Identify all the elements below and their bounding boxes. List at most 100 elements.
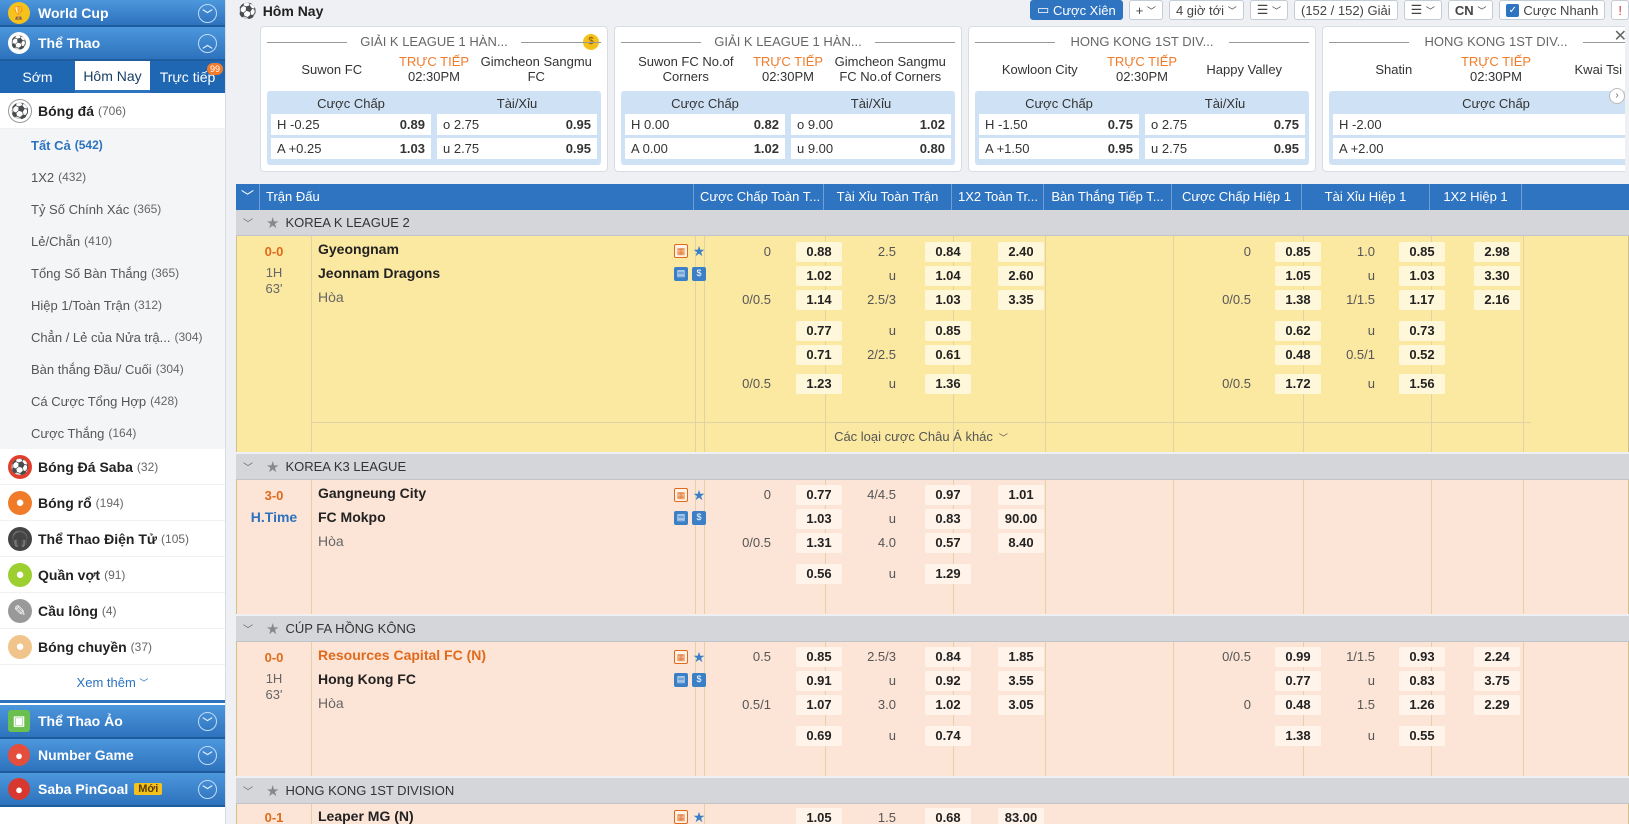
- odds-value[interactable]: 1.03: [796, 509, 842, 529]
- home-team[interactable]: Gangneung City: [318, 485, 426, 501]
- odds-value[interactable]: 0.52: [1399, 345, 1445, 365]
- favorite-star-icon[interactable]: ★: [692, 244, 706, 258]
- league-header[interactable]: ﹀ ★ KOREA K LEAGUE 2: [236, 210, 1629, 236]
- star-icon[interactable]: ★: [266, 620, 279, 638]
- sidebar-virtual-sports[interactable]: ▣ Thể Thao Ảo ﹀: [0, 705, 225, 739]
- close-icon[interactable]: ✕: [1614, 26, 1627, 46]
- odds-value[interactable]: 0.84: [925, 242, 971, 262]
- odds-row[interactable]: A +1.50 0.95: [979, 138, 1139, 159]
- live-match-card[interactable]: GIẢI K LEAGUE 1 HÀN... Suwon FC No.of Cor…: [614, 26, 962, 172]
- home-team[interactable]: Gyeongnam: [318, 241, 399, 257]
- market-item[interactable]: Bàn thắng Đầu/ Cuối (304): [0, 353, 225, 385]
- odds-value[interactable]: 0.48: [1275, 345, 1321, 365]
- league-header[interactable]: ﹀ ★ KOREA K3 LEAGUE: [236, 454, 1629, 480]
- star-icon[interactable]: ★: [266, 782, 279, 800]
- stats-icon[interactable]: ▦: [674, 244, 688, 258]
- odds-value[interactable]: 1.29: [925, 564, 971, 584]
- league-header[interactable]: ﹀ ★ HONG KONG 1ST DIVISION: [236, 778, 1629, 804]
- odds-row[interactable]: u 2.75 0.95: [437, 138, 597, 159]
- odds-value[interactable]: 0.61: [925, 345, 971, 365]
- live-match-card[interactable]: HONG KONG 1ST DIV... Kowloon City TRỰC TIẾ…: [968, 26, 1316, 172]
- odds-value[interactable]: 1.72: [1275, 374, 1321, 394]
- odds-value[interactable]: 3.35: [998, 290, 1044, 310]
- odds-value[interactable]: 2.24: [1474, 647, 1520, 667]
- odds-value[interactable]: 1.38: [1275, 290, 1321, 310]
- odds-value[interactable]: 1.23: [796, 374, 842, 394]
- chevron-down-icon[interactable]: ﹀: [198, 4, 217, 23]
- sidebar-saba-pingoal[interactable]: ● Saba PinGoal Mới ﹀: [0, 773, 225, 807]
- chevron-up-icon[interactable]: ︿: [198, 34, 217, 53]
- tab-early[interactable]: Sớm: [0, 61, 75, 93]
- checkbox-checked-icon[interactable]: ✓: [1506, 3, 1520, 17]
- sport-football[interactable]: ⚽ Bóng đá (706): [0, 93, 225, 129]
- odds-value[interactable]: 0.69: [796, 726, 842, 746]
- odds-value[interactable]: 0.85: [1399, 242, 1445, 262]
- odds-value[interactable]: 83.00: [998, 808, 1044, 824]
- odds-value[interactable]: 0.85: [796, 647, 842, 667]
- live-match-card[interactable]: GIẢI K LEAGUE 1 HÀN... $ Suwon FC TRỰC TIẾP…: [260, 26, 608, 172]
- live-stream-icon[interactable]: ▤: [674, 267, 688, 281]
- odds-value[interactable]: 0.62: [1275, 321, 1321, 341]
- live-stream-icon[interactable]: ▤: [674, 511, 688, 525]
- odds-value[interactable]: 1.01: [998, 485, 1044, 505]
- odds-value[interactable]: 0.85: [1275, 242, 1321, 262]
- sort-select[interactable]: ☰ ﹀: [1249, 0, 1288, 20]
- away-team[interactable]: FC Mokpo: [318, 509, 386, 525]
- cashout-icon[interactable]: $: [692, 511, 706, 525]
- market-item[interactable]: Cá Cược Tổng Hợp (428): [0, 385, 225, 417]
- star-icon[interactable]: ★: [266, 458, 279, 476]
- odds-value[interactable]: 1.38: [1275, 726, 1321, 746]
- stats-icon[interactable]: ▦: [674, 650, 688, 664]
- odds-value[interactable]: 3.30: [1474, 266, 1520, 286]
- odds-format-select[interactable]: CN ﹀: [1447, 0, 1494, 20]
- away-team[interactable]: Hong Kong FC: [318, 671, 416, 687]
- market-item[interactable]: Tỷ Số Chính Xác (365): [0, 193, 225, 225]
- alert-button[interactable]: !: [1611, 0, 1629, 20]
- cashout-icon[interactable]: $: [692, 673, 706, 687]
- odds-value[interactable]: 0.77: [796, 321, 842, 341]
- odds-value[interactable]: 3.75: [1474, 671, 1520, 691]
- chevron-down-icon[interactable]: ﹀: [198, 746, 217, 765]
- market-item[interactable]: Cược Thắng (164): [0, 417, 225, 449]
- home-team[interactable]: Leaper MG (N): [318, 808, 414, 824]
- odds-row[interactable]: H -1.50 0.75: [979, 114, 1139, 135]
- more-asian-markets-button[interactable]: Các loại cược Châu Á khác ﹀: [311, 422, 1531, 450]
- odds-value[interactable]: 0.68: [925, 808, 971, 824]
- home-team[interactable]: Resources Capital FC (N): [318, 647, 486, 663]
- odds-value[interactable]: 1.05: [1275, 266, 1321, 286]
- league-header[interactable]: ﹀ ★ CÚP FA HỒNG KÔNG: [236, 616, 1629, 642]
- odds-value[interactable]: 3.55: [998, 671, 1044, 691]
- odds-value[interactable]: 1.03: [1399, 266, 1445, 286]
- odds-row[interactable]: o 9.00 1.02: [791, 114, 951, 135]
- odds-value[interactable]: 0.55: [1399, 726, 1445, 746]
- odds-value[interactable]: 8.40: [998, 533, 1044, 553]
- odds-value[interactable]: 1.05: [796, 808, 842, 824]
- odds-value[interactable]: 1.17: [1399, 290, 1445, 310]
- odds-value[interactable]: 2.16: [1474, 290, 1520, 310]
- sport-item[interactable]: ✎ Cầu lông (4): [0, 593, 225, 629]
- add-button[interactable]: + ﹀: [1128, 0, 1163, 20]
- parlay-button[interactable]: ▭ Cược Xiên: [1030, 0, 1123, 20]
- chevron-down-icon[interactable]: ﹀: [236, 621, 260, 636]
- tab-today[interactable]: Hôm Nay: [75, 61, 150, 93]
- odds-row[interactable]: o 2.75 0.95: [437, 114, 597, 135]
- sidebar-number-game[interactable]: ● Number Game ﹀: [0, 739, 225, 773]
- odds-value[interactable]: 2.29: [1474, 695, 1520, 715]
- tab-live[interactable]: Trực tiếp 99: [150, 61, 225, 93]
- odds-value[interactable]: 1.07: [796, 695, 842, 715]
- quick-bet-toggle[interactable]: ✓ Cược Nhanh: [1499, 0, 1606, 20]
- show-more-button[interactable]: Xem thêm ﹀: [0, 665, 225, 703]
- cashout-icon[interactable]: $: [692, 267, 706, 281]
- carousel-next-icon[interactable]: ›: [1609, 88, 1625, 104]
- odds-value[interactable]: 1.02: [925, 695, 971, 715]
- stats-icon[interactable]: ▦: [674, 810, 688, 824]
- odds-row[interactable]: H 0.00 0.82: [625, 114, 785, 135]
- favorite-star-icon[interactable]: ★: [692, 810, 706, 824]
- odds-value[interactable]: 1.36: [925, 374, 971, 394]
- odds-value[interactable]: 90.00: [998, 509, 1044, 529]
- market-item[interactable]: Chẳn / Lẻ của Nửa trậ... (304): [0, 321, 225, 353]
- odds-value[interactable]: 2.60: [998, 266, 1044, 286]
- odds-value[interactable]: 2.40: [998, 242, 1044, 262]
- chevron-down-icon[interactable]: ﹀: [236, 783, 260, 798]
- sport-item[interactable]: 🎧 Thể Thao Điện Tử (105): [0, 521, 225, 557]
